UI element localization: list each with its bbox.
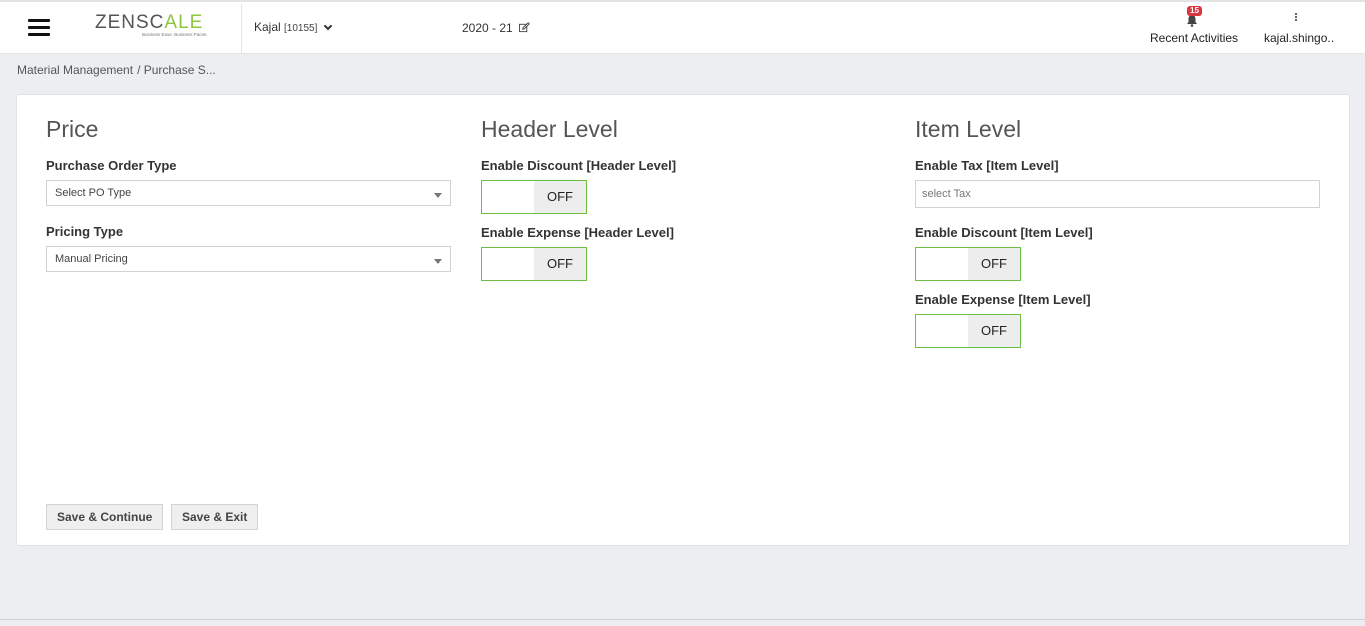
breadcrumb-material-management[interactable]: Material Management xyxy=(17,63,133,77)
breadcrumb: Material Management / Purchase S... xyxy=(17,63,216,77)
toggle-knob xyxy=(916,315,968,347)
logo-wordmark: ZENSCALE xyxy=(95,12,204,33)
chevron-down-icon xyxy=(323,21,332,31)
item-level-section: Item Level Enable Tax [Item Level] Enabl… xyxy=(915,115,1320,348)
breadcrumb-current: / Purchase S... xyxy=(137,63,216,77)
user-name: kajal.shingo.. xyxy=(1264,31,1335,45)
price-section: Price Purchase Order Type Select PO Type… xyxy=(46,115,451,272)
company-code: [10155] xyxy=(284,23,318,34)
price-title: Price xyxy=(46,116,99,142)
user-menu[interactable]: kajal.shingo.. xyxy=(1264,12,1334,50)
header-divider xyxy=(241,4,242,54)
zenscale-logo[interactable]: ZENSCALE Business Ease. Business Pacee. xyxy=(95,13,215,43)
header-level-section: Header Level Enable Discount [Header Lev… xyxy=(481,115,676,281)
top-header: ZENSCALE Business Ease. Business Pacee. … xyxy=(0,0,1365,54)
tax-select-input[interactable] xyxy=(915,180,1320,208)
item-level-title: Item Level xyxy=(915,116,1022,142)
company-name: Kajal xyxy=(254,20,281,34)
pricing-type-label: Pricing Type xyxy=(46,224,124,239)
kebab-menu-icon xyxy=(1294,13,1298,25)
toggle-knob xyxy=(482,181,534,213)
toggle-knob xyxy=(482,248,534,280)
header-expense-label: Enable Expense [Header Level] xyxy=(481,225,674,240)
item-expense-toggle[interactable]: OFF xyxy=(915,314,1021,348)
po-type-value: Select PO Type xyxy=(55,187,132,199)
purchase-settings-panel: Price Purchase Order Type Select PO Type… xyxy=(16,94,1350,546)
company-selector[interactable]: Kajal [10155] xyxy=(254,20,332,34)
pricing-type-select[interactable]: Manual Pricing xyxy=(46,246,451,272)
po-type-select[interactable]: Select PO Type xyxy=(46,180,451,206)
header-discount-label: Enable Discount [Header Level] xyxy=(481,158,677,173)
toggle-state-label: OFF xyxy=(534,181,586,213)
item-discount-toggle[interactable]: OFF xyxy=(915,247,1021,281)
hamburger-menu-icon[interactable] xyxy=(28,19,50,39)
logo-tagline: Business Ease. Business Pacee. xyxy=(142,32,208,37)
caret-down-icon xyxy=(434,259,442,264)
recent-activities[interactable]: 15 Recent Activities xyxy=(1150,6,1239,50)
item-tax-label: Enable Tax [Item Level] xyxy=(915,158,1059,173)
header-level-title: Header Level xyxy=(481,116,618,142)
header-expense-toggle[interactable]: OFF xyxy=(481,247,587,281)
financial-year-label: 2020 - 21 xyxy=(462,21,513,35)
item-discount-label: Enable Discount [Item Level] xyxy=(915,225,1093,240)
caret-down-icon xyxy=(434,193,442,198)
page-bottom-divider xyxy=(0,619,1365,620)
item-expense-label: Enable Expense [Item Level] xyxy=(915,292,1091,307)
notification-count-badge: 15 xyxy=(1187,6,1202,16)
po-type-label: Purchase Order Type xyxy=(46,158,177,173)
edit-icon xyxy=(519,22,530,33)
toggle-state-label: OFF xyxy=(968,248,1020,280)
toggle-state-label: OFF xyxy=(968,315,1020,347)
toggle-state-label: OFF xyxy=(534,248,586,280)
header-discount-toggle[interactable]: OFF xyxy=(481,180,587,214)
financial-year-selector[interactable]: 2020 - 21 xyxy=(462,21,530,35)
save-and-continue-button[interactable]: Save & Continue xyxy=(46,504,164,530)
recent-activities-label: Recent Activities xyxy=(1150,31,1239,45)
save-and-exit-button[interactable]: Save & Exit xyxy=(171,504,259,530)
pricing-type-value: Manual Pricing xyxy=(55,253,128,265)
toggle-knob xyxy=(916,248,968,280)
